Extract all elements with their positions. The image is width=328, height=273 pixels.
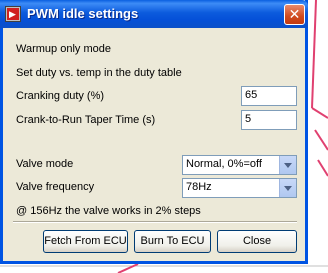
taper-time-label: Crank-to-Run Taper Time (s): [16, 114, 156, 126]
valve-mode-value: Normal, 0%=off: [186, 158, 262, 170]
chevron-down-icon[interactable]: [279, 156, 296, 174]
close-icon[interactable]: ✕: [284, 4, 305, 25]
valve-mode-select[interactable]: Normal, 0%=off: [182, 155, 297, 175]
pwm-idle-dialog: ▶ PWM idle settings ✕ Warmup only mode S…: [0, 0, 308, 264]
frequency-note: @ 156Hz the valve works in 2% steps: [16, 205, 201, 217]
fetch-from-ecu-button[interactable]: Fetch From ECU: [43, 230, 128, 253]
cranking-duty-field[interactable]: 65: [241, 86, 297, 106]
close-button[interactable]: Close: [217, 230, 297, 253]
valve-frequency-label: Valve frequency: [16, 181, 95, 193]
valve-frequency-value: 78Hz: [186, 181, 212, 193]
chevron-down-icon[interactable]: [279, 179, 296, 197]
taper-time-field[interactable]: 5: [241, 110, 297, 130]
window-title: PWM idle settings: [27, 6, 139, 21]
valve-mode-label: Valve mode: [16, 158, 74, 170]
burn-to-ecu-button[interactable]: Burn To ECU: [134, 230, 211, 253]
cranking-duty-label: Cranking duty (%): [16, 90, 105, 102]
warmup-mode-label: Warmup only mode: [16, 43, 111, 55]
title-bar[interactable]: ▶ PWM idle settings ✕: [0, 0, 308, 28]
app-icon[interactable]: ▶: [5, 6, 21, 22]
valve-frequency-select[interactable]: 78Hz: [182, 178, 297, 198]
divider: [13, 221, 297, 223]
duty-table-note: Set duty vs. temp in the duty table: [16, 67, 182, 79]
